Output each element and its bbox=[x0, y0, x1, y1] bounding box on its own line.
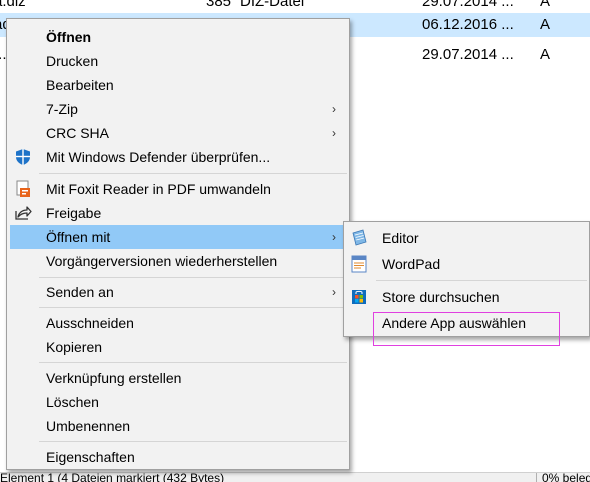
menu-item-print[interactable]: Drucken bbox=[10, 49, 346, 73]
file-date: 06.12.2016 ... bbox=[422, 16, 514, 33]
menu-item-label: Verknüpfung erstellen bbox=[46, 370, 182, 386]
status-usage-text: 0% belegt bbox=[542, 472, 590, 482]
open-with-submenu: Editor WordPad Store durchsuchen Andere … bbox=[343, 221, 590, 337]
submenu-item-store-search[interactable]: Store durchsuchen bbox=[346, 285, 588, 309]
menu-item-label: Löschen bbox=[46, 394, 99, 410]
menu-item-label: Kopieren bbox=[46, 339, 103, 355]
share-icon bbox=[14, 204, 32, 222]
status-bar: Element 1 (4 Dateien markiert (432 Bytes… bbox=[0, 472, 590, 482]
menu-item-delete[interactable]: Löschen bbox=[10, 390, 346, 414]
menu-divider bbox=[39, 441, 347, 442]
submenu-item-label: Editor bbox=[382, 230, 419, 246]
menu-item-label: 7-Zip bbox=[46, 101, 78, 117]
menu-divider bbox=[39, 307, 347, 308]
windows-defender-shield-icon bbox=[14, 148, 32, 166]
menu-divider bbox=[39, 277, 347, 278]
menu-item-label: CRC SHA bbox=[46, 125, 110, 141]
menu-item-label: Bearbeiten bbox=[46, 77, 114, 93]
menu-item-label: Eigenschaften bbox=[46, 449, 135, 465]
chevron-right-icon: › bbox=[332, 102, 336, 116]
menu-item-properties[interactable]: Eigenschaften bbox=[10, 445, 346, 469]
menu-item-open-with[interactable]: Öffnen mit › bbox=[10, 225, 346, 249]
menu-item-defender[interactable]: Mit Windows Defender überprüfen... bbox=[10, 145, 346, 169]
menu-item-label: Umbenennen bbox=[46, 418, 131, 434]
foxit-pdf-icon bbox=[14, 180, 32, 198]
menu-item-create-shortcut[interactable]: Verknüpfung erstellen bbox=[10, 366, 346, 390]
chevron-right-icon: › bbox=[332, 230, 336, 244]
menu-item-label: Vorgängerversionen wiederherstellen bbox=[46, 253, 278, 269]
menu-item-label: Öffnen mit bbox=[46, 229, 111, 245]
file-row[interactable]: a.diz 385 DIZ-Datei 29.07.2014 ... A bbox=[0, 0, 590, 14]
file-attr: A bbox=[540, 46, 551, 63]
file-date: 29.07.2014 ... bbox=[422, 46, 514, 63]
menu-item-rename[interactable]: Umbenennen bbox=[10, 414, 346, 438]
file-date: 29.07.2014 ... bbox=[422, 0, 514, 10]
notepad-icon bbox=[350, 229, 368, 247]
menu-item-label: Ausschneiden bbox=[46, 315, 134, 331]
wordpad-icon bbox=[350, 255, 368, 273]
store-bag-icon bbox=[350, 288, 368, 306]
menu-item-label: Mit Foxit Reader in PDF umwandeln bbox=[46, 181, 271, 197]
menu-item-7zip[interactable]: 7-Zip › bbox=[10, 97, 346, 121]
menu-item-label: Mit Windows Defender überprüfen... bbox=[46, 149, 271, 165]
file-attr: A bbox=[540, 16, 551, 33]
status-selection-text: Element 1 (4 Dateien markiert (432 Bytes… bbox=[0, 472, 225, 482]
submenu-item-wordpad[interactable]: WordPad bbox=[346, 252, 588, 276]
context-menu: Öffnen Drucken Bearbeiten 7-Zip › CRC SH… bbox=[6, 18, 350, 470]
submenu-item-label: Andere App auswählen bbox=[382, 315, 526, 331]
menu-item-send-to[interactable]: Senden an › bbox=[10, 280, 346, 304]
chevron-right-icon: › bbox=[332, 285, 336, 299]
menu-item-edit[interactable]: Bearbeiten bbox=[10, 73, 346, 97]
submenu-item-label: WordPad bbox=[382, 256, 441, 272]
file-size: 385 bbox=[206, 0, 232, 10]
menu-item-copy[interactable]: Kopieren bbox=[10, 335, 346, 359]
menu-item-label: Öffnen bbox=[46, 29, 92, 45]
menu-item-label: Freigabe bbox=[46, 205, 102, 221]
submenu-item-editor[interactable]: Editor bbox=[346, 226, 588, 250]
file-attr: A bbox=[540, 0, 551, 10]
submenu-item-choose-other-app[interactable]: Andere App auswählen bbox=[346, 311, 588, 335]
menu-item-label: Drucken bbox=[46, 53, 99, 69]
chevron-right-icon: › bbox=[332, 126, 336, 140]
menu-item-open[interactable]: Öffnen bbox=[10, 25, 346, 49]
menu-item-foxit-convert[interactable]: Mit Foxit Reader in PDF umwandeln bbox=[10, 177, 346, 201]
menu-divider bbox=[39, 362, 347, 363]
menu-item-share[interactable]: Freigabe bbox=[10, 201, 346, 225]
file-type: DIZ-Datei bbox=[240, 0, 305, 10]
menu-item-crc-sha[interactable]: CRC SHA › bbox=[10, 121, 346, 145]
status-separator bbox=[536, 473, 537, 482]
menu-item-label: Senden an bbox=[46, 284, 114, 300]
submenu-divider bbox=[376, 280, 587, 281]
menu-item-restore-versions[interactable]: Vorgängerversionen wiederherstellen bbox=[10, 249, 346, 273]
submenu-item-label: Store durchsuchen bbox=[382, 289, 500, 305]
menu-item-cut[interactable]: Ausschneiden bbox=[10, 311, 346, 335]
file-name: a.diz bbox=[0, 0, 26, 10]
menu-divider bbox=[39, 173, 347, 174]
